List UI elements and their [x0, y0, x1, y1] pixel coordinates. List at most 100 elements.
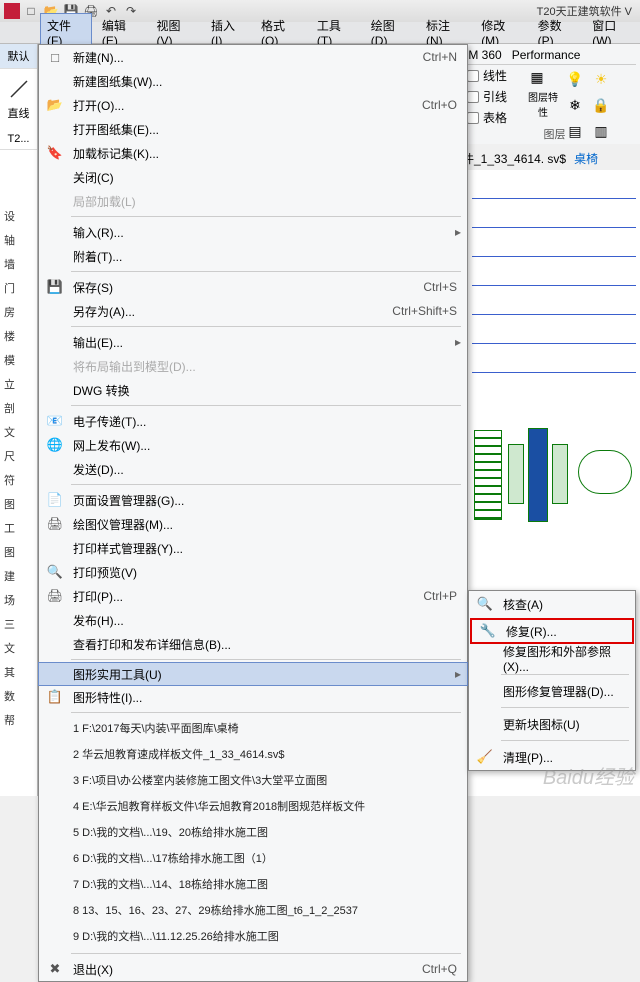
menu-item[interactable]: 输入(R)...▸ [39, 220, 467, 244]
line-tool-icon[interactable] [7, 77, 31, 101]
recent-file-item[interactable]: 1 F:\2017每天\内装\平面图库\桌椅 [39, 716, 467, 742]
vtab-item[interactable]: 房 [2, 300, 32, 324]
menu-item[interactable]: 新建图纸集(W)... [39, 69, 467, 93]
menu-item-label: 打印(P)... [73, 588, 423, 605]
menu-item-label: 绘图仪管理器(M)... [73, 516, 461, 533]
menu-item[interactable]: 查看打印和发布详细信息(B)... [39, 632, 467, 656]
left-tab[interactable]: T2... [0, 129, 37, 150]
qat-new-icon[interactable]: □ [22, 2, 40, 20]
ribbon-tab[interactable]: Performance [512, 48, 581, 62]
menu-item[interactable]: 修复图形和外部参照(X)... [469, 645, 635, 671]
vtab-item[interactable]: 楼 [2, 324, 32, 348]
menu-item[interactable]: 📂打开(O)...Ctrl+O [39, 93, 467, 117]
vtab-item[interactable]: 剖 [2, 396, 32, 420]
menu-item[interactable]: 🔍核查(A) [469, 591, 635, 617]
vtab-item[interactable]: 图 [2, 540, 32, 564]
ribbon-item[interactable]: 表格 [483, 109, 507, 126]
menu-item[interactable]: 图形修复管理器(D)... [469, 678, 635, 704]
vtab-item[interactable]: 场 [2, 588, 32, 612]
vtab-item[interactable]: 其 [2, 660, 32, 684]
checkbox-icon[interactable] [467, 70, 479, 82]
recent-file-item[interactable]: 5 D:\我的文档\...\19、20栋给排水施工图 [39, 820, 467, 846]
menu-item[interactable]: 💾保存(S)Ctrl+S [39, 275, 467, 299]
vtab-item[interactable]: 图 [2, 492, 32, 516]
vtab-item[interactable]: 数 [2, 684, 32, 708]
vtab-item[interactable]: 符 [2, 468, 32, 492]
vtab-item[interactable]: 三 [2, 612, 32, 636]
menu-item-icon: 📋 [45, 687, 65, 707]
menu-item-label: 输入(R)... [73, 224, 451, 241]
vtab-item[interactable]: 立 [2, 372, 32, 396]
vtab-item[interactable]: 帮 [2, 708, 32, 732]
vtab-item[interactable]: 文 [2, 636, 32, 660]
layer-props-icon[interactable]: ▦ [525, 65, 549, 89]
ribbon-panel: IM 360 Performance 线性 引线 表格 ▦ 图层特性 💡 ☀ ❄… [460, 44, 640, 144]
menu-item[interactable]: 打开图纸集(E)... [39, 117, 467, 141]
menu-item[interactable]: 🔖加载标记集(K)... [39, 141, 467, 165]
menu-item[interactable]: 发送(D)... [39, 457, 467, 481]
menu-item-icon [45, 167, 65, 187]
menu-item-label: 发布(H)... [73, 612, 461, 629]
vertical-tabs: 设轴墙门房楼模立剖文尺符图工图建场三文其数帮 [2, 204, 32, 732]
vtab-item[interactable]: 尺 [2, 444, 32, 468]
menu-item[interactable]: 🖨打印(P)...Ctrl+P [39, 584, 467, 608]
menu-item[interactable]: 🌐网上发布(W)... [39, 433, 467, 457]
sun-icon[interactable]: ☀ [589, 67, 613, 91]
menu-item-icon [45, 356, 65, 376]
menu-item[interactable]: 图形实用工具(U)▸ [38, 662, 468, 686]
recent-file-item[interactable]: 4 E:\华云旭教育样板文件\华云旭教育2018制图规范样板文件 [39, 794, 467, 820]
menu-item[interactable]: 打印样式管理器(Y)... [39, 536, 467, 560]
recent-file-item[interactable]: 7 D:\我的文档\...\14、18栋给排水施工图 [39, 872, 467, 898]
checkbox-icon[interactable] [467, 112, 479, 124]
left-tab[interactable]: 默认 [0, 44, 37, 69]
menu-item[interactable]: 另存为(A)...Ctrl+Shift+S [39, 299, 467, 323]
vtab-item[interactable]: 工 [2, 516, 32, 540]
menu-item-label: 新建(N)... [73, 49, 423, 66]
menu-item-label: 打开(O)... [73, 97, 422, 114]
vtab-item[interactable]: 墙 [2, 252, 32, 276]
vtab-item[interactable]: 文 [2, 420, 32, 444]
menu-item-label: 页面设置管理器(G)... [73, 492, 461, 509]
menu-item-icon: 🔍 [45, 562, 65, 582]
freeze-icon[interactable]: ❄ [563, 93, 587, 117]
menu-item[interactable]: DWG 转换 [39, 378, 467, 402]
menu-item[interactable]: 关闭(C) [39, 165, 467, 189]
recent-file-item[interactable]: 2 华云旭教育速成样板文件_1_33_4614.sv$ [39, 742, 467, 768]
recent-file-item[interactable]: 8 13、15、16、23、27、29栋给排水施工图_t6_1_2_2537 [39, 898, 467, 924]
lock-icon[interactable]: 🔒 [589, 93, 613, 117]
menu-item[interactable]: □新建(N)...Ctrl+N [39, 45, 467, 69]
menu-item[interactable]: 📋图形特性(I)... [39, 685, 467, 709]
recent-file-item[interactable]: 3 F:\项目\办公楼室内装修施工图文件\3大堂平立面图 [39, 768, 467, 794]
bulb-icon[interactable]: 💡 [563, 67, 587, 91]
menu-item-icon [45, 191, 65, 211]
menu-item[interactable]: ✖退出(X)Ctrl+Q [39, 957, 467, 981]
ribbon-item[interactable]: 线性 [483, 67, 507, 84]
doc-tab-active[interactable]: 桌椅 [574, 150, 598, 167]
menu-item[interactable]: 发布(H)... [39, 608, 467, 632]
menu-item[interactable]: 🔍打印预览(V) [39, 560, 467, 584]
menu-item[interactable]: 更新块图标(U) [469, 711, 635, 737]
menu-item[interactable]: 附着(T)... [39, 244, 467, 268]
vtab-item[interactable]: 模 [2, 348, 32, 372]
menu-item[interactable]: 📄页面设置管理器(G)... [39, 488, 467, 512]
menu-item-label: 关闭(C) [73, 169, 461, 186]
recent-file-item[interactable]: 6 D:\我的文档\...\17栋给排水施工图（1） [39, 846, 467, 872]
menu-item-icon: 🔍 [475, 594, 495, 614]
separator [501, 707, 629, 708]
ribbon-tab[interactable]: IM 360 [465, 48, 502, 62]
menu-item[interactable]: 输出(E)...▸ [39, 330, 467, 354]
vtab-item[interactable]: 门 [2, 276, 32, 300]
vtab-item[interactable]: 轴 [2, 228, 32, 252]
ribbon-group-label: 图层 [465, 126, 640, 142]
menu-item-shortcut: Ctrl+N [423, 50, 457, 64]
menu-item-icon: ✖ [45, 959, 65, 979]
menu-item[interactable]: 🖨绘图仪管理器(M)... [39, 512, 467, 536]
recent-file-item[interactable]: 9 D:\我的文档\...\11.12.25.26给排水施工图 [39, 924, 467, 950]
menu-item[interactable]: 🔧修复(R)... [470, 618, 634, 644]
checkbox-icon[interactable] [467, 91, 479, 103]
menu-item[interactable]: 📧电子传递(T)... [39, 409, 467, 433]
vtab-item[interactable]: 设 [2, 204, 32, 228]
vtab-item[interactable]: 建 [2, 564, 32, 588]
watermark: Baidu经验 [543, 761, 634, 790]
ribbon-item[interactable]: 引线 [483, 88, 507, 105]
